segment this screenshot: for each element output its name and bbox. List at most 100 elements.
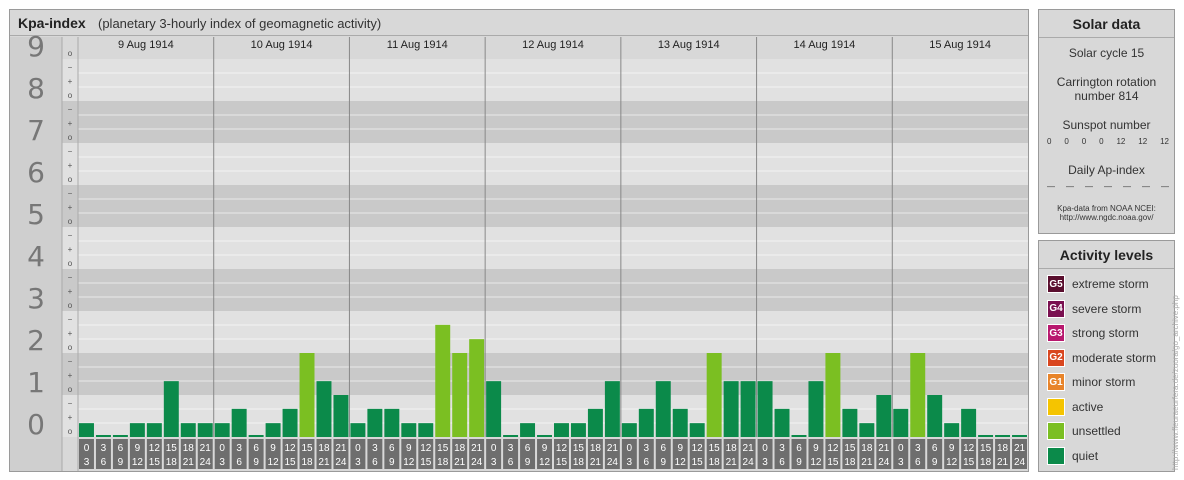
- ap-index-value: —: [1161, 182, 1169, 191]
- kp-bar: [672, 408, 688, 437]
- interval-end-label: 21: [318, 457, 330, 468]
- interval-start-label: 0: [762, 443, 768, 454]
- legend-label: moderate storm: [1072, 350, 1157, 365]
- vertical-credit: http://www.fleuraeurfera.de/zuora/go_arc…: [1171, 295, 1180, 470]
- legend-item: G2 moderate storm: [1047, 348, 1157, 367]
- interval-end-label: 9: [796, 457, 802, 468]
- interval-start-label: 21: [471, 443, 483, 454]
- y-tick-label: 2: [27, 324, 45, 357]
- y-tick-label: 9: [27, 30, 45, 63]
- interval-start-label: 12: [284, 443, 296, 454]
- kp-bar: [1012, 435, 1027, 437]
- interval-end-label: 3: [355, 457, 361, 468]
- sunspot-value: 12: [1160, 137, 1169, 146]
- day-label: 12 Aug 1914: [522, 39, 584, 51]
- kp-band-7: [10, 143, 1028, 185]
- y-subtick-label: +: [68, 413, 73, 422]
- interval-end-label: 6: [101, 457, 107, 468]
- interval-start-label: 18: [861, 443, 873, 454]
- y-subtick-label: −: [68, 189, 73, 198]
- legend-swatch: [1047, 422, 1065, 440]
- interval-start-label: 18: [726, 443, 738, 454]
- interval-start-label: 15: [844, 443, 856, 454]
- interval-start-label: 3: [236, 443, 242, 454]
- kp-band-4: [10, 269, 1028, 311]
- interval-end-label: 18: [166, 457, 178, 468]
- kp-bar: [435, 324, 451, 437]
- interval-end-label: 15: [420, 457, 432, 468]
- y-subtick-label: −: [68, 231, 73, 240]
- legend-item: G5 extreme storm: [1047, 275, 1149, 293]
- solar-data-title: Solar data: [1039, 10, 1174, 38]
- kp-bar: [316, 381, 332, 437]
- ap-index-value: —: [1142, 182, 1150, 191]
- interval-end-label: 12: [675, 457, 687, 468]
- interval-start-label: 12: [420, 443, 432, 454]
- kp-bar: [146, 423, 162, 437]
- interval-end-label: 15: [284, 457, 296, 468]
- kp-bar: [961, 408, 977, 437]
- legend-swatch: [1047, 446, 1065, 465]
- interval-end-label: 21: [726, 457, 738, 468]
- ap-index-value: —: [1104, 182, 1112, 191]
- interval-start-label: 3: [508, 443, 514, 454]
- kp-bar: [655, 381, 671, 437]
- ap-index-value: —: [1066, 182, 1074, 191]
- interval-start-label: 21: [878, 443, 890, 454]
- y-subtick-label: +: [68, 329, 73, 338]
- interval-start-label: 18: [454, 443, 466, 454]
- interval-start-label: 0: [627, 443, 633, 454]
- legend-swatch: G4: [1047, 299, 1065, 318]
- kp-bar: [265, 423, 281, 437]
- kp-bar: [282, 408, 298, 437]
- y-subtick-label: +: [68, 287, 73, 296]
- source-link[interactable]: http://www.ngdc.noaa.gov/: [1039, 213, 1174, 223]
- y-subtick-label: o: [68, 133, 73, 142]
- kp-bar: [944, 423, 960, 437]
- legend-item: unsettled: [1047, 422, 1121, 440]
- interval-start-label: 3: [101, 443, 107, 454]
- interval-start-label: 21: [743, 443, 755, 454]
- kp-bar: [570, 423, 586, 437]
- interval-start-label: 0: [219, 443, 225, 454]
- y-subtick-label: −: [68, 399, 73, 408]
- kp-bar: [248, 435, 264, 437]
- interval-end-label: 6: [372, 457, 378, 468]
- interval-end-label: 9: [932, 457, 938, 468]
- legend-swatch: G2: [1047, 348, 1065, 367]
- kp-bar: [401, 423, 417, 437]
- y-tick-label: 8: [27, 72, 45, 105]
- kp-bar: [520, 423, 536, 437]
- interval-end-label: 3: [898, 457, 904, 468]
- interval-start-label: 3: [644, 443, 650, 454]
- interval-end-label: 24: [743, 457, 755, 468]
- interval-end-label: 24: [335, 457, 347, 468]
- day-label: 13 Aug 1914: [658, 39, 720, 51]
- kp-bar: [350, 423, 366, 437]
- kp-bar: [554, 423, 569, 437]
- interval-end-label: 21: [590, 457, 602, 468]
- kp-bar: [384, 408, 400, 437]
- y-subtick-label: +: [68, 119, 73, 128]
- y-subtick-label: o: [68, 301, 73, 310]
- y-subtick-label: +: [68, 161, 73, 170]
- day-label: 9 Aug 1914: [118, 39, 174, 51]
- day-label: 15 Aug 1914: [929, 39, 991, 51]
- kp-bar: [180, 423, 196, 437]
- interval-end-label: 15: [556, 457, 568, 468]
- interval-end-label: 21: [861, 457, 873, 468]
- interval-end-label: 6: [508, 457, 514, 468]
- interval-end-label: 21: [454, 457, 466, 468]
- kp-bar: [469, 339, 485, 437]
- legend-label: extreme storm: [1072, 277, 1149, 291]
- activity-levels-title: Activity levels: [1039, 241, 1174, 269]
- interval-end-label: 21: [183, 457, 195, 468]
- interval-end-label: 15: [827, 457, 839, 468]
- interval-start-label: 9: [813, 443, 819, 454]
- interval-end-label: 12: [946, 457, 958, 468]
- interval-start-label: 12: [963, 443, 975, 454]
- ap-index-value: —: [1123, 182, 1131, 191]
- interval-end-label: 12: [810, 457, 822, 468]
- kp-bar: [876, 395, 892, 437]
- sunspot-values: 0 0 0 0 12 12 12: [1047, 137, 1169, 146]
